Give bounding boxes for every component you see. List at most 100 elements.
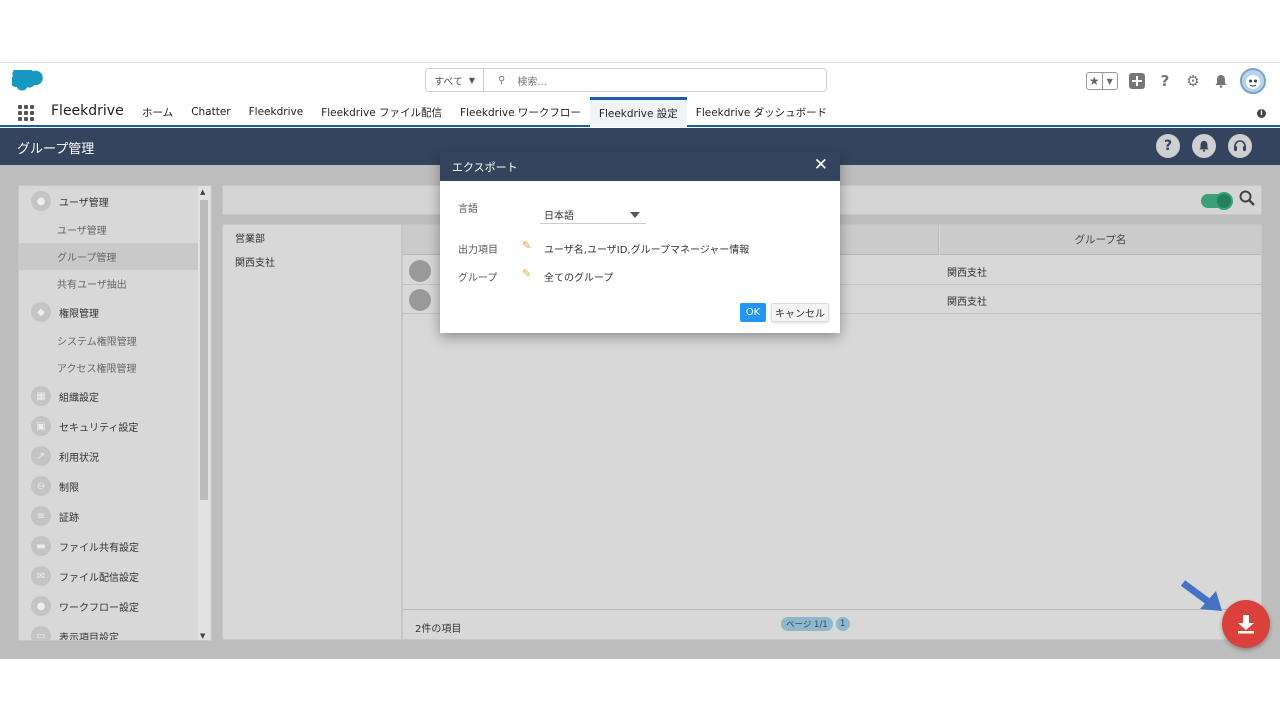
table-cell-group: 関西支社 — [947, 297, 987, 308]
sidebar-item-permissions[interactable]: ◆ 権限管理 — [19, 297, 199, 327]
group-list-panel: 営業部 関西支社 — [222, 224, 402, 640]
ok-button[interactable]: OK — [740, 303, 766, 322]
bell-icon[interactable] — [1212, 72, 1230, 90]
sidebar-subitem-system-permissions[interactable]: システム権限管理 — [19, 327, 199, 354]
help-icon[interactable]: ? — [1156, 134, 1180, 158]
pencil-icon[interactable]: ✎ — [522, 267, 531, 280]
shield-icon: ◆ — [31, 302, 51, 322]
tab-fleekdrive[interactable]: Fleekdrive — [240, 97, 313, 127]
sidebar-item-label: ワークフロー設定 — [59, 602, 139, 614]
sidebar-item-user-management[interactable]: ● ユーザ管理 — [19, 186, 199, 216]
sidebar-subitem-groups[interactable]: グループ管理 — [19, 243, 199, 270]
item-count: 2件の項目 — [415, 624, 462, 635]
page-indicator: ページ 1/1 — [781, 617, 833, 631]
scroll-down-icon[interactable]: ▼ — [200, 632, 205, 640]
tab-chatter[interactable]: Chatter — [182, 97, 239, 127]
sidebar-item-usage[interactable]: ↗ 利用状況 — [19, 441, 199, 471]
bell-icon[interactable] — [1192, 134, 1216, 158]
lock-icon: ▣ — [31, 416, 51, 436]
tab-file-delivery[interactable]: Fleekdrive ファイル配信 — [312, 97, 451, 127]
help-icon[interactable]: ? — [1156, 72, 1174, 90]
sidebar-item-file-sharing[interactable]: ▬ ファイル共有設定 — [19, 531, 199, 561]
output-fields-value[interactable]: ユーザ名,ユーザID,グループマネージャー情報 — [544, 241, 749, 256]
app-launcher-icon[interactable] — [18, 105, 34, 121]
language-select[interactable]: 日本語 — [540, 202, 646, 224]
tab-settings[interactable]: Fleekdrive 設定 — [589, 97, 687, 127]
search-input[interactable]: ⚲ 検索... — [484, 69, 826, 91]
close-icon[interactable]: ✕ — [814, 157, 828, 174]
avatar — [409, 289, 431, 311]
sidebar-item-label: ユーザ管理 — [59, 197, 109, 209]
group-value[interactable]: 全てのグループ — [544, 269, 613, 284]
salesforce-logo[interactable] — [12, 70, 44, 92]
scrollbar-thumb[interactable] — [200, 200, 208, 500]
pagination: ページ 1/1 1 — [781, 617, 850, 631]
sidebar-item-security[interactable]: ▣ セキュリティ設定 — [19, 411, 199, 441]
star-icon: ★ — [1088, 74, 1100, 88]
sidebar-item-workflow[interactable]: ● ワークフロー設定 — [19, 591, 199, 621]
avatar — [409, 260, 431, 282]
scroll-up-icon[interactable]: ▲ — [200, 188, 205, 196]
tab-home[interactable]: ホーム — [133, 97, 182, 127]
pencil-icon[interactable]: ✎ — [522, 239, 531, 252]
group-label: グループ — [458, 273, 498, 284]
sidebar-scrollbar[interactable]: ▲ ▼ — [198, 186, 210, 640]
sidebar-subitem-users[interactable]: ユーザ管理 — [19, 216, 199, 243]
global-search: すべて ▼ ⚲ 検索... — [425, 68, 827, 92]
sidebar-subitem-access-permissions[interactable]: アクセス権限管理 — [19, 354, 199, 381]
sidebar-item-label: 表示項目設定 — [59, 632, 119, 641]
favorites-button[interactable]: ★ ▼ — [1086, 72, 1118, 90]
info-icon[interactable]: i — [1257, 109, 1266, 118]
sidebar-item-display[interactable]: ▭ 表示項目設定 — [19, 621, 199, 641]
column-header-group[interactable]: グループ名 — [940, 225, 1261, 255]
search-scope-label: すべて — [433, 76, 463, 88]
sidebar-menu: ● ユーザ管理 ユーザ管理 グループ管理 共有ユーザ抽出 ◆ 権限管理 システム… — [19, 186, 199, 641]
sidebar-item-label: 組織設定 — [59, 392, 99, 404]
minus-circle-icon: ⊖ — [31, 476, 51, 496]
headset-icon[interactable] — [1228, 134, 1252, 158]
group-list-item[interactable]: 関西支社 — [223, 249, 401, 273]
page-button[interactable]: 1 — [835, 617, 850, 631]
user-icon: ● — [31, 191, 51, 211]
tab-dashboard[interactable]: Fleekdrive ダッシュボード — [687, 97, 836, 127]
sidebar-item-label: 利用状況 — [59, 452, 99, 464]
folder-icon: ▬ — [31, 536, 51, 556]
chevron-down-icon: ▼ — [1101, 73, 1118, 89]
global-actions: ★ ▼ ? ⚙ — [1086, 68, 1266, 94]
global-header: すべて ▼ ⚲ 検索... ★ ▼ ? ⚙ — [0, 63, 1280, 97]
mail-icon: ✉ — [31, 566, 51, 586]
group-list-item[interactable]: 営業部 — [223, 225, 401, 249]
search-placeholder: 検索... — [517, 76, 547, 88]
search-icon[interactable] — [1239, 190, 1255, 210]
dialog-header: エクスポート ✕ — [440, 152, 840, 181]
sidebar-item-label: セキュリティ設定 — [59, 422, 139, 434]
language-label: 言語 — [458, 204, 478, 215]
download-button[interactable] — [1222, 600, 1270, 648]
sidebar-item-file-delivery[interactable]: ✉ ファイル配信設定 — [19, 561, 199, 591]
table-footer: 2件の項目 ページ 1/1 1 — [403, 609, 1261, 639]
tab-workflow[interactable]: Fleekdrive ワークフロー — [451, 97, 590, 127]
app-navigation: Fleekdrive ホーム Chatter Fleekdrive Fleekd… — [0, 97, 1280, 127]
export-dialog: エクスポート ✕ 言語 日本語 出力項目 ✎ ユーザ名,ユーザID,グループマネ… — [440, 152, 840, 333]
table-cell-group: 関西支社 — [947, 268, 987, 279]
nav-tabs: ホーム Chatter Fleekdrive Fleekdrive ファイル配信… — [133, 97, 836, 127]
view-toggle[interactable] — [1201, 192, 1233, 210]
list-icon: ≡ — [31, 506, 51, 526]
gear-icon[interactable]: ⚙ — [1184, 72, 1202, 90]
display-icon: ▭ — [31, 626, 51, 640]
sidebar-item-limits[interactable]: ⊖ 制限 — [19, 471, 199, 501]
search-scope-dropdown[interactable]: すべて ▼ — [426, 69, 484, 91]
download-icon — [1238, 615, 1254, 634]
cancel-button[interactable]: キャンセル — [771, 303, 829, 322]
sidebar-item-label: 制限 — [59, 482, 79, 494]
building-icon: ▦ — [31, 386, 51, 406]
user-avatar[interactable] — [1240, 68, 1266, 94]
settings-sidebar: ● ユーザ管理 ユーザ管理 グループ管理 共有ユーザ抽出 ◆ 権限管理 システム… — [18, 185, 212, 641]
sidebar-item-organization[interactable]: ▦ 組織設定 — [19, 381, 199, 411]
chevron-down-icon — [630, 212, 640, 218]
global-create-icon[interactable] — [1128, 72, 1146, 90]
sidebar-item-audit[interactable]: ≡ 証跡 — [19, 501, 199, 531]
sidebar-subitem-shared-users[interactable]: 共有ユーザ抽出 — [19, 270, 199, 297]
language-value: 日本語 — [544, 211, 574, 222]
workflow-icon: ● — [31, 596, 51, 616]
